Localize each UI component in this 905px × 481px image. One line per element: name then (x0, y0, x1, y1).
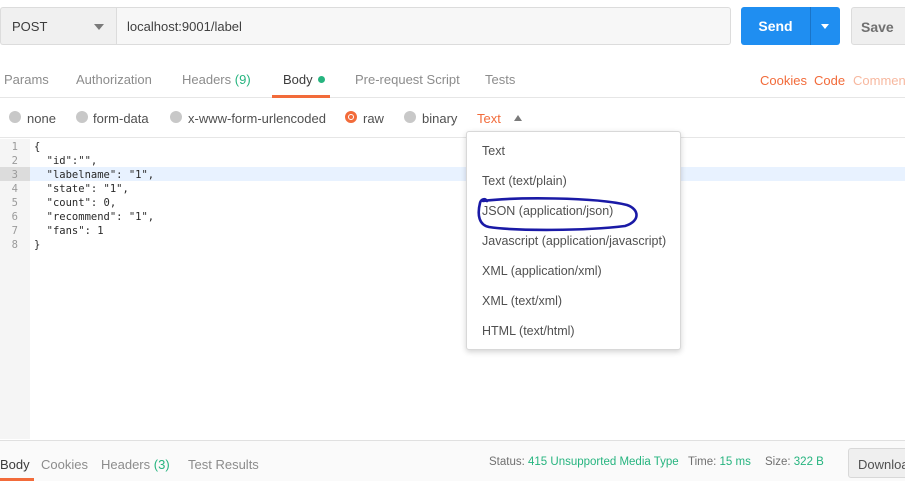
request-tabs: Params Authorization Headers (9) Body Pr… (0, 62, 905, 98)
code-line: { (34, 141, 41, 153)
code-line: } (34, 239, 41, 251)
dropdown-item-text[interactable]: Text (482, 144, 505, 158)
size-value[interactable]: 322 B (794, 456, 824, 468)
code-editor[interactable]: 1 2 3 4 5 6 7 8 { "id":"", "labelname": … (0, 139, 905, 439)
code-line: "state": "1", (34, 183, 129, 195)
body-type-row: none form-data x-www-form-urlencoded raw… (0, 100, 905, 138)
radio-none-label[interactable]: none (27, 111, 56, 126)
content-type-dropdown: Text Text (text/plain) JSON (application… (466, 131, 681, 350)
tab-body[interactable]: Body (283, 72, 325, 87)
method-select[interactable]: POST (0, 7, 116, 45)
save-button[interactable]: Save (851, 7, 905, 45)
comments-link[interactable]: Commen (853, 73, 905, 88)
method-value: POST (12, 19, 48, 34)
radio-urlencoded[interactable] (170, 111, 182, 123)
size-readout: Size: 322 B (765, 456, 824, 468)
line-number: 4 (11, 183, 18, 195)
save-label: Save (861, 19, 894, 35)
dropdown-item-xml-text[interactable]: XML (text/xml) (482, 294, 562, 308)
status-value[interactable]: 415 Unsupported Media Type (528, 456, 679, 468)
radio-raw-label[interactable]: raw (363, 111, 384, 126)
response-bar: Body Cookies Headers (3) Test Results St… (0, 440, 905, 481)
download-button[interactable]: Downloa (848, 448, 905, 478)
radio-none[interactable] (9, 111, 21, 123)
tab-params[interactable]: Params (4, 72, 49, 87)
radio-form-data[interactable] (76, 111, 88, 123)
code-line: "recommend": "1", (34, 211, 155, 223)
chevron-down-icon (94, 24, 104, 30)
response-tab-headers[interactable]: Headers (3) (101, 457, 170, 472)
tab-headers-label: Headers (182, 72, 232, 87)
code-line: "count": 0, (34, 197, 117, 209)
code-link[interactable]: Code (814, 73, 845, 88)
url-value: localhost:9001/label (127, 19, 242, 34)
radio-form-data-label[interactable]: form-data (93, 111, 149, 126)
line-number: 5 (11, 197, 18, 209)
download-label: Downloa (858, 457, 905, 472)
send-label: Send (758, 18, 793, 34)
status-readout: Status: 415 Unsupported Media Type (489, 456, 679, 468)
tab-headers[interactable]: Headers (9) (182, 72, 251, 87)
tab-body-label: Body (283, 72, 313, 87)
dropdown-item-html[interactable]: HTML (text/html) (482, 324, 575, 338)
send-divider (810, 7, 811, 45)
response-tab-test-results[interactable]: Test Results (188, 457, 259, 472)
line-number: 6 (11, 211, 18, 223)
line-number: 7 (11, 225, 18, 237)
tab-pre-request-script[interactable]: Pre-request Script (355, 72, 460, 87)
radio-urlencoded-label[interactable]: x-www-form-urlencoded (188, 111, 326, 126)
body-indicator-dot-icon (317, 76, 325, 83)
url-input[interactable]: localhost:9001/label (116, 7, 731, 45)
status-label: Status: (489, 456, 525, 468)
chevron-up-icon[interactable] (514, 115, 522, 121)
line-number: 1 (11, 141, 18, 153)
radio-binary[interactable] (404, 111, 416, 123)
time-value[interactable]: 15 ms (720, 456, 751, 468)
send-options-chevron-icon[interactable] (821, 24, 829, 29)
line-number: 3 (11, 169, 18, 181)
dropdown-item-xml-application[interactable]: XML (application/xml) (482, 264, 602, 278)
dropdown-item-javascript[interactable]: Javascript (application/javascript) (482, 234, 666, 248)
code-line: "id":"", (34, 155, 98, 167)
time-readout: Time: 15 ms (688, 456, 751, 468)
response-tab-body[interactable]: Body (0, 457, 30, 472)
request-bar: POST localhost:9001/label Send Save (0, 0, 905, 54)
line-number: 2 (11, 155, 18, 167)
code-line: "labelname": "1", (34, 169, 155, 181)
radio-raw[interactable] (345, 111, 357, 123)
dropdown-item-json[interactable]: JSON (application/json) (482, 204, 613, 218)
raw-type-select[interactable]: Text (477, 111, 501, 126)
time-label: Time: (688, 456, 717, 468)
code-line: "fans": 1 (34, 225, 104, 237)
active-tab-underline (272, 95, 330, 98)
tab-tests[interactable]: Tests (485, 72, 515, 87)
response-tab-headers-count: (3) (153, 457, 170, 472)
response-tab-cookies[interactable]: Cookies (41, 457, 88, 472)
radio-binary-label[interactable]: binary (422, 111, 457, 126)
size-label: Size: (765, 456, 791, 468)
cookies-link[interactable]: Cookies (760, 73, 807, 88)
dropdown-item-text-plain[interactable]: Text (text/plain) (482, 174, 567, 188)
tab-authorization[interactable]: Authorization (76, 72, 152, 87)
send-button[interactable]: Send (741, 7, 840, 45)
response-tab-headers-label: Headers (101, 457, 151, 472)
line-number: 8 (11, 239, 18, 251)
tab-headers-count: (9) (234, 72, 251, 87)
